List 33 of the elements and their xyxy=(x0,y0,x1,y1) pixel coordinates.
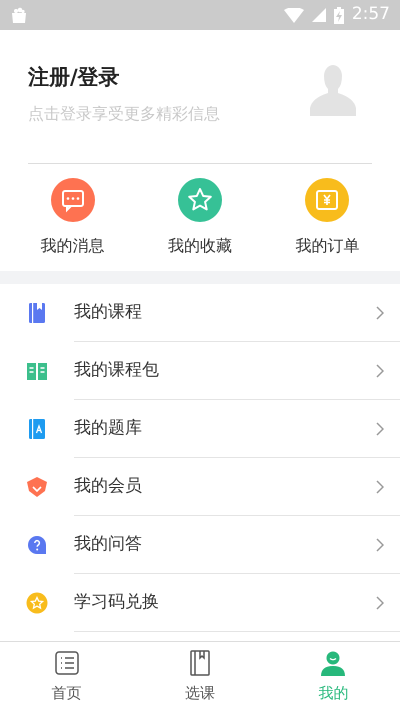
menu-item[interactable]: 我的会员 xyxy=(74,474,142,500)
chevron-right-icon xyxy=(376,364,384,378)
pentagon-badge-icon xyxy=(26,476,48,498)
tab[interactable]: 选课 xyxy=(133,642,267,711)
menu-item[interactable]: 我的课程 xyxy=(74,300,142,326)
login-title[interactable]: 注册/登录 xyxy=(28,62,220,94)
shortcut-label[interactable]: 我的订单 xyxy=(295,234,360,258)
signal-icon xyxy=(312,8,326,22)
menu-item[interactable]: 我的课程包 xyxy=(74,358,159,384)
menu-item[interactable]: 学习码兑换 xyxy=(74,590,159,616)
star-coin-icon xyxy=(26,592,48,614)
menu-item[interactable]: 我的题库 xyxy=(74,416,142,442)
avatar-icon[interactable] xyxy=(310,62,356,116)
shortcut-label[interactable]: 我的消息 xyxy=(40,234,105,258)
chevron-right-icon xyxy=(376,306,384,320)
chevron-right-icon xyxy=(376,538,384,552)
app-notification-icon xyxy=(10,6,28,24)
yen-ticket-icon[interactable] xyxy=(305,178,350,222)
person-icon xyxy=(320,650,346,676)
open-book-icon xyxy=(26,360,48,382)
menu-item[interactable]: 我的问答 xyxy=(74,532,142,558)
wifi-icon xyxy=(284,8,304,22)
book-icon xyxy=(26,302,48,324)
battery-icon xyxy=(334,6,344,24)
list-icon xyxy=(54,650,80,676)
tab[interactable]: 首页 xyxy=(0,642,134,711)
shortcut-label[interactable]: 我的收藏 xyxy=(168,234,232,258)
chevron-right-icon xyxy=(376,596,384,610)
chevron-right-icon xyxy=(376,480,384,494)
chat-bubble-icon[interactable] xyxy=(50,178,95,222)
question-bubble-icon xyxy=(26,534,48,556)
letter-a-book-icon xyxy=(26,418,48,440)
chevron-right-icon xyxy=(376,422,384,436)
